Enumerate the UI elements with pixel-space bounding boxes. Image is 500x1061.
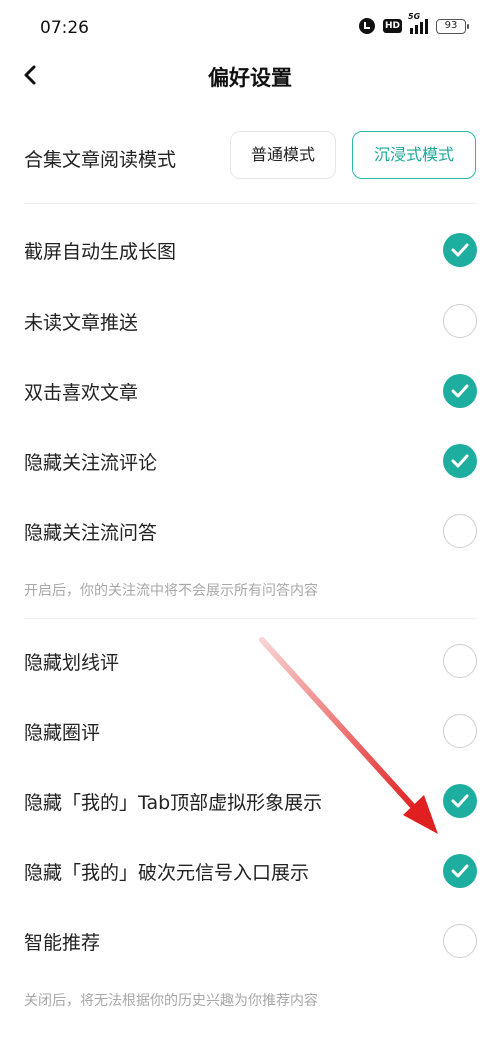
checked-circle-icon[interactable] bbox=[443, 784, 477, 818]
setting-row[interactable]: 截屏自动生成长图 bbox=[0, 215, 500, 285]
checked-circle-icon[interactable] bbox=[443, 233, 477, 267]
setting-label: 隐藏关注流评论 bbox=[24, 452, 158, 474]
hd-icon: HD bbox=[382, 19, 402, 33]
nav-bar: 偏好设置 bbox=[0, 50, 500, 104]
setting-label: 隐藏划线评 bbox=[24, 652, 120, 674]
status-icons: HD 5G 93 bbox=[358, 12, 469, 34]
smart-recommend-hint: 关闭后，将无法根据你的历史兴趣为你推荐内容 bbox=[24, 993, 318, 1009]
setting-row[interactable]: 双击喜欢文章 bbox=[0, 356, 500, 426]
reading-mode-label: 合集文章阅读模式 bbox=[24, 149, 177, 171]
immersive-mode-button[interactable]: 沉浸式模式 bbox=[352, 131, 476, 179]
setting-row[interactable]: 隐藏「我的」破次元信号入口展示 bbox=[0, 836, 500, 906]
status-time: 07:26 bbox=[40, 18, 89, 38]
setting-row[interactable]: 隐藏划线评 bbox=[0, 626, 500, 696]
battery-icon: 93 bbox=[436, 18, 469, 34]
alarm-icon bbox=[358, 18, 375, 34]
normal-mode-button[interactable]: 普通模式 bbox=[230, 131, 336, 179]
follow-qa-hint: 开启后，你的关注流中将不会展示所有问答内容 bbox=[24, 583, 318, 599]
setting-label: 隐藏「我的」破次元信号入口展示 bbox=[24, 862, 310, 884]
unchecked-circle-icon[interactable] bbox=[443, 924, 477, 958]
checked-circle-icon[interactable] bbox=[443, 444, 477, 478]
signal-icon: 5G bbox=[408, 12, 428, 34]
unchecked-circle-icon[interactable] bbox=[443, 304, 477, 338]
setting-label: 隐藏关注流问答 bbox=[24, 522, 158, 544]
signal-label: 5G bbox=[408, 12, 421, 21]
unchecked-circle-icon[interactable] bbox=[443, 514, 477, 548]
setting-label: 隐藏圈评 bbox=[24, 722, 101, 744]
setting-label: 未读文章推送 bbox=[24, 312, 139, 334]
setting-row[interactable]: 未读文章推送 bbox=[0, 286, 500, 356]
setting-label: 隐藏「我的」Tab顶部虚拟形象展示 bbox=[24, 792, 323, 814]
setting-row[interactable]: 隐藏圈评 bbox=[0, 696, 500, 766]
unchecked-circle-icon[interactable] bbox=[443, 644, 477, 678]
setting-label: 智能推荐 bbox=[24, 932, 101, 954]
setting-row[interactable]: 隐藏关注流问答 bbox=[0, 496, 500, 566]
page-title: 偏好设置 bbox=[208, 66, 292, 90]
checked-circle-icon[interactable] bbox=[443, 854, 477, 888]
setting-label: 双击喜欢文章 bbox=[24, 382, 139, 404]
setting-row[interactable]: 隐藏关注流评论 bbox=[0, 426, 500, 496]
divider bbox=[24, 203, 476, 204]
reading-mode-row: 合集文章阅读模式 普通模式 沉浸式模式 bbox=[0, 125, 500, 189]
setting-row[interactable]: 智能推荐 bbox=[0, 906, 500, 976]
unchecked-circle-icon[interactable] bbox=[443, 714, 477, 748]
checked-circle-icon[interactable] bbox=[443, 374, 477, 408]
divider bbox=[24, 618, 476, 619]
setting-label: 截屏自动生成长图 bbox=[24, 241, 177, 263]
setting-row[interactable]: 隐藏「我的」Tab顶部虚拟形象展示 bbox=[0, 766, 500, 836]
